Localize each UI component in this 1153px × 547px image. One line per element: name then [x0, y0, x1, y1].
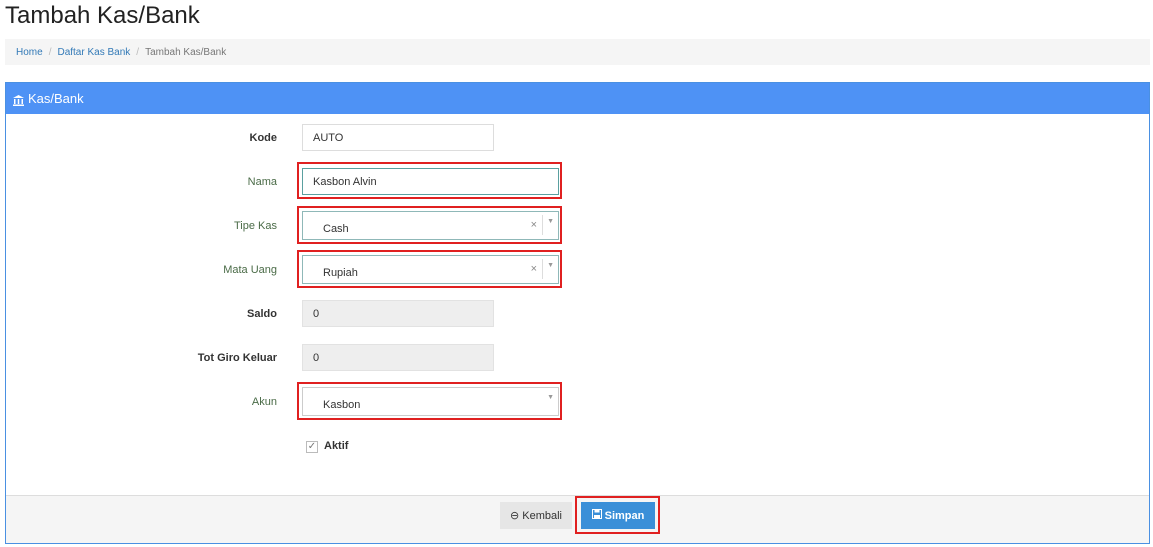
breadcrumb-separator: / — [136, 46, 140, 58]
breadcrumb-daftar-kas-bank[interactable]: Daftar Kas Bank — [57, 47, 130, 58]
back-button[interactable]: ⊖ Kembali — [500, 502, 572, 529]
breadcrumb-home[interactable]: Home — [16, 47, 43, 58]
tipe-kas-label: Tipe Kas — [233, 220, 277, 232]
mata-uang-label: Mata Uang — [223, 264, 277, 276]
panel-heading: Kas/Bank — [6, 83, 1149, 114]
nama-value: Kasbon Alvin — [313, 175, 377, 188]
tipe-kas-value: Cash — [323, 223, 349, 235]
floppy-disk-icon — [591, 509, 602, 522]
kode-value: AUTO — [313, 131, 344, 144]
nama-input[interactable]: Kasbon Alvin — [302, 168, 559, 195]
tipe-kas-select[interactable]: Cash × ▼ — [302, 211, 559, 240]
form-footer: ⊖ Kembali Simpan — [6, 495, 1149, 543]
tot-giro-keluar-value: 0 — [313, 351, 320, 364]
aktif-checkbox[interactable]: ✓ — [306, 441, 318, 453]
mata-uang-value: Rupiah — [323, 267, 358, 279]
saldo-label: Saldo — [247, 308, 277, 320]
akun-value: Kasbon — [323, 399, 361, 411]
kode-label: Kode — [249, 132, 278, 144]
save-button[interactable]: Simpan — [581, 502, 655, 529]
page-title: Tambah Kas/Bank — [5, 2, 200, 29]
kas-bank-panel: Kas/Bank Kode AUTO Nama Kasbon Alvin Tip… — [5, 82, 1150, 544]
kode-input[interactable]: AUTO — [302, 124, 494, 151]
aktif-label: Aktif — [324, 440, 349, 452]
save-button-label: Simpan — [604, 509, 645, 522]
saldo-value: 0 — [313, 307, 320, 320]
panel-title: Kas/Bank — [28, 91, 84, 106]
chevron-down-icon[interactable]: ▼ — [547, 394, 554, 401]
chevron-down-icon[interactable]: ▼ — [547, 218, 554, 225]
arrow-circle-left-icon: ⊖ — [510, 510, 520, 522]
tot-giro-keluar-input: 0 — [302, 344, 494, 371]
chevron-down-icon[interactable]: ▼ — [547, 262, 554, 269]
nama-label: Nama — [247, 176, 277, 188]
akun-label: Akun — [251, 396, 277, 408]
tot-giro-keluar-label: Tot Giro Keluar — [197, 352, 277, 364]
select-divider — [542, 259, 543, 279]
bank-icon — [13, 94, 24, 106]
select-divider — [542, 215, 543, 235]
back-button-label: Kembali — [522, 509, 562, 522]
akun-select[interactable]: Kasbon ▼ — [302, 387, 559, 416]
breadcrumb-current: Tambah Kas/Bank — [145, 46, 227, 58]
clear-icon[interactable]: × — [531, 263, 537, 275]
saldo-input: 0 — [302, 300, 494, 327]
mata-uang-select[interactable]: Rupiah × ▼ — [302, 255, 559, 284]
breadcrumb: Home / Daftar Kas Bank / Tambah Kas/Bank — [5, 39, 1150, 65]
clear-icon[interactable]: × — [531, 219, 537, 231]
breadcrumb-separator: / — [48, 46, 52, 58]
